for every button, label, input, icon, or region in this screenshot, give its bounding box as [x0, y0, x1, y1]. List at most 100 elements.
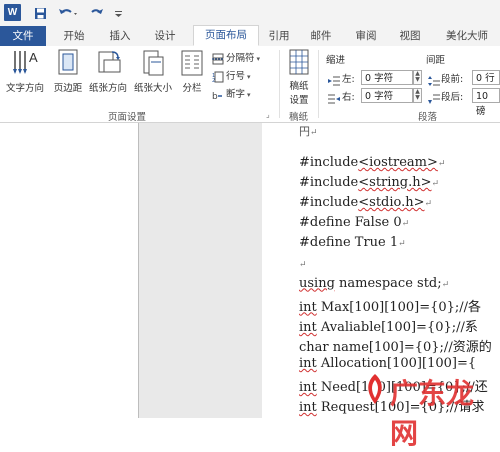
save-icon[interactable]: [32, 4, 48, 22]
line-numbers-icon: 12: [212, 71, 224, 83]
spellcheck-flagged-text: int: [299, 299, 317, 315]
columns-icon: [181, 50, 203, 76]
indent-left-label: 左:: [342, 74, 355, 85]
code-text: #define False 0: [299, 215, 402, 231]
indent-left-spinner[interactable]: ▲ ▼: [413, 70, 422, 85]
partial-text-line: 円↵: [299, 125, 318, 138]
code-line: #include<string.h>↵: [299, 175, 439, 190]
code-line: int Max[100][100]={0};//各: [299, 296, 481, 315]
chevron-down-icon: ▾: [247, 91, 251, 99]
spellcheck-flagged-text: int: [299, 380, 317, 396]
title-bar: W: [0, 0, 500, 26]
tab-review[interactable]: 审阅: [348, 26, 384, 46]
chevron-down-icon: ▾: [247, 73, 251, 81]
tab-view[interactable]: 视图: [392, 26, 428, 46]
spellcheck-flagged-text: int: [299, 400, 317, 416]
orientation-icon: [98, 51, 121, 73]
margins-button[interactable]: 页边距: [49, 48, 87, 94]
orientation-label: 纸张方向: [88, 83, 127, 94]
svg-text:b: b: [212, 92, 218, 101]
ribbon-tabs: 文件 开始 插入 设计 页面布局 引用 邮件 审阅 视图 美化大师: [0, 25, 500, 47]
code-line: char name[100]={0};//资源的: [299, 336, 492, 355]
tab-references[interactable]: 引用: [261, 26, 297, 46]
navigation-pane: [0, 123, 139, 418]
code-line: int Allocation[100][100]={: [299, 356, 476, 371]
columns-label: 分栏: [182, 83, 202, 94]
code-text: #include: [299, 155, 359, 170]
spacing-before-label: 段前:: [441, 74, 464, 85]
margins-icon: [58, 49, 78, 75]
columns-button[interactable]: 分栏: [177, 48, 207, 94]
manuscript-setup-label-1: 稿纸: [289, 81, 309, 92]
indent-left-icon: [328, 72, 340, 91]
spacing-before-field[interactable]: 0 行: [472, 70, 500, 85]
manuscript-icon: [289, 49, 309, 75]
indent-label: 缩进: [326, 55, 346, 66]
code-line: #define True 1↵: [299, 235, 406, 250]
indent-right-field[interactable]: 0 字符: [361, 88, 413, 103]
manuscript-setup-button[interactable]: 稿纸 设置: [283, 48, 315, 106]
paragraph-mark: ↵: [431, 179, 440, 190]
undo-icon[interactable]: [56, 4, 80, 22]
code-line: int Avaliable[100]={0};//系: [299, 316, 478, 335]
spellcheck-flagged-text: int: [299, 356, 317, 371]
size-label: 纸张大小: [133, 83, 172, 94]
group-separator: [279, 50, 280, 118]
tab-page-layout[interactable]: 页面布局: [193, 25, 259, 46]
hyphenation-button[interactable]: b 断字 ▾: [212, 87, 251, 103]
spellcheck-flagged-text: <stdio.h>: [358, 195, 425, 211]
code-text: Avaliable[100]={0};//系: [316, 319, 478, 335]
line-numbers-button[interactable]: 12 行号 ▾: [212, 69, 251, 85]
paragraph-mark: ↵: [401, 219, 410, 230]
code-text: namespace std;: [334, 275, 442, 291]
code-text: #include: [299, 195, 359, 211]
indent-right-label: 右:: [342, 92, 355, 103]
spellcheck-flagged-text: <iostream>: [358, 155, 438, 170]
spacing-after-label: 段后:: [441, 92, 464, 103]
hyphenation-icon: b: [212, 92, 222, 101]
spellcheck-flagged-text: <string.h>: [358, 175, 432, 191]
svg-text:2: 2: [212, 78, 215, 83]
word-logo-icon: W: [4, 4, 21, 21]
spellcheck-flagged-text: using: [299, 275, 335, 291]
code-line: using namespace std;↵: [299, 276, 449, 291]
manuscript-group-label: 稿纸: [289, 112, 309, 123]
watermark-logo-icon: [368, 374, 382, 404]
code-line: #include<stdio.h>↵: [299, 195, 432, 210]
customize-qat-icon[interactable]: [112, 4, 124, 22]
paragraph-mark: ↵: [398, 239, 406, 250]
tab-home[interactable]: 开始: [54, 26, 94, 46]
redo-icon[interactable]: [88, 4, 106, 22]
code-line: #include<iostream>↵: [299, 155, 445, 170]
indent-left-field[interactable]: 0 字符: [361, 70, 413, 85]
tab-mailings[interactable]: 邮件: [303, 26, 339, 46]
tab-beautify-master[interactable]: 美化大师: [438, 26, 496, 46]
spellcheck-flagged-text: int: [299, 319, 317, 335]
hyphenation-label: 断字: [226, 89, 246, 100]
code-line: ↵: [299, 256, 307, 271]
svg-text:A: A: [29, 50, 38, 65]
paragraph-mark: ↵: [441, 279, 450, 290]
paragraph-mark: ↵: [437, 159, 446, 169]
breaks-button[interactable]: 分隔符 ▾: [212, 51, 260, 67]
spacing-after-icon: [428, 90, 440, 109]
text-direction-label: 文字方向: [5, 83, 44, 94]
page-setup-dialog-launcher-icon[interactable]: ⌟: [266, 110, 270, 119]
size-button[interactable]: 纸张大小: [130, 48, 176, 94]
text-direction-button[interactable]: A 文字方向: [2, 48, 48, 94]
tab-design[interactable]: 设计: [145, 26, 185, 46]
code-text: #define True 1: [299, 235, 399, 251]
orientation-button[interactable]: 纸张方向: [86, 48, 130, 94]
paragraph-group-label: 段落: [418, 112, 438, 123]
chevron-down-icon: ▾: [256, 55, 261, 63]
tab-file[interactable]: 文件: [0, 26, 46, 46]
spacing-before-icon: [428, 72, 440, 91]
code-text: #include: [299, 175, 359, 191]
page-setup-group-label: 页面设置: [108, 112, 147, 123]
spacing-after-field[interactable]: 10 磅: [472, 88, 500, 117]
margins-label: 页边距: [53, 83, 83, 94]
tab-insert[interactable]: 插入: [100, 26, 140, 46]
indent-right-spinner[interactable]: ▲ ▼: [413, 88, 422, 103]
breaks-label: 分隔符: [226, 53, 255, 64]
manuscript-setup-label-2: 设置: [289, 95, 309, 106]
